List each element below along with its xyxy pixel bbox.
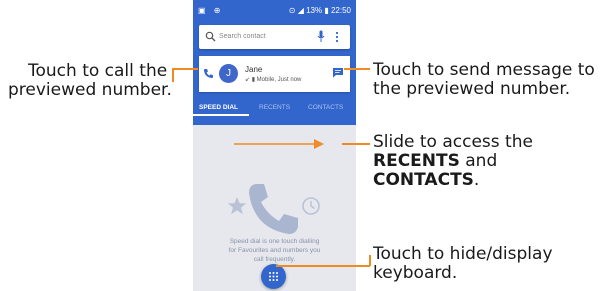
callout-line-call-v [172, 68, 174, 82]
annotation-slide-line-3: CONTACTS. [373, 171, 533, 190]
notification-icons: ▣ ⊕ [198, 6, 224, 15]
annotation-message-line-1: Touch to send message to [373, 60, 595, 80]
call-detail: Mobile, Just now [256, 77, 302, 83]
annotation-slide-line-2: RECENTS and [373, 152, 533, 171]
annotation-message-line-2: the previewed number. [373, 79, 571, 99]
annotation-call-line-2: previewed number. [8, 80, 172, 100]
dialpad-icon [269, 272, 278, 281]
callout-line-keyboard [276, 265, 370, 267]
annotation-keyboard-line-1: Touch to hide/display [373, 244, 553, 264]
recents-keyword: RECENTS [373, 151, 460, 171]
tab-speed-dial[interactable]: SPEED DIAL [199, 104, 238, 111]
battery-icon: ▮ [324, 6, 329, 15]
search-input[interactable]: Search contact [219, 33, 266, 40]
clock: 22:50 [330, 6, 351, 15]
annotation-keyboard-line-2: keyboard. [373, 263, 458, 283]
phone-handset-icon [249, 184, 298, 234]
status-right: ⊙ ◢ 13% ▮ 22:50 [289, 6, 351, 15]
swipe-arrow [234, 139, 324, 149]
contacts-keyword: CONTACTS [373, 170, 474, 190]
signal-icon: ◢ [297, 6, 304, 15]
callout-line-slide [342, 143, 370, 145]
last-call-preview[interactable]: J Jane ↙ ▮ Mobile, Just now [199, 56, 350, 92]
more-options-icon[interactable] [335, 31, 339, 43]
call-meta: ↙ ▮ Mobile, Just now [245, 76, 301, 83]
speed-dial-line-3: call frequently. [253, 256, 296, 263]
microphone-icon[interactable] [317, 30, 325, 43]
tab-contacts[interactable]: CONTACTS [308, 104, 343, 111]
active-tab-indicator [193, 114, 249, 116]
annotation-slide: Slide to access the RECENTS and CONTACTS… [373, 133, 533, 190]
search-bar[interactable]: Search contact [199, 25, 350, 49]
battery-level: 13% [306, 6, 323, 15]
annotation-slide-line-1: Slide to access the [373, 132, 533, 152]
annotation-keyboard: Touch to hide/display keyboard. [373, 245, 553, 283]
annotation-message: Touch to send message to the previewed n… [373, 61, 595, 99]
wifi-icon: ⊙ [288, 6, 296, 15]
tab-recents[interactable]: RECENTS [259, 104, 290, 111]
star-icon [227, 197, 247, 215]
callout-line-message [344, 68, 370, 70]
annotation-call-line-1: Touch to call the [28, 61, 168, 81]
call-icon[interactable] [203, 68, 214, 79]
speed-dial-line-1: Speed dial is one touch dialling [229, 238, 320, 245]
contact-name: Jane [245, 65, 263, 74]
incoming-call-icon: ↙ ▮ [245, 77, 255, 83]
search-icon [205, 31, 216, 42]
clock-icon [302, 197, 320, 215]
speed-dial-empty-text: Speed dial is one touch dialling for Fav… [193, 237, 356, 264]
speed-dial-line-2: for Favourites and numbers you [228, 247, 321, 254]
period-text: . [473, 170, 480, 190]
avatar: J [219, 64, 238, 83]
annotation-call-2: previewed number. [8, 81, 172, 100]
status-bar: ▣ ⊕ ⊙ ◢ 13% ▮ 22:50 [193, 0, 356, 22]
dialpad-button[interactable] [261, 264, 286, 289]
callout-line-call [172, 68, 198, 70]
and-text: and [459, 151, 498, 171]
message-icon[interactable] [332, 67, 344, 78]
callout-line-keyboard-v [369, 255, 371, 266]
annotation-call: Touch to call the [28, 62, 167, 81]
